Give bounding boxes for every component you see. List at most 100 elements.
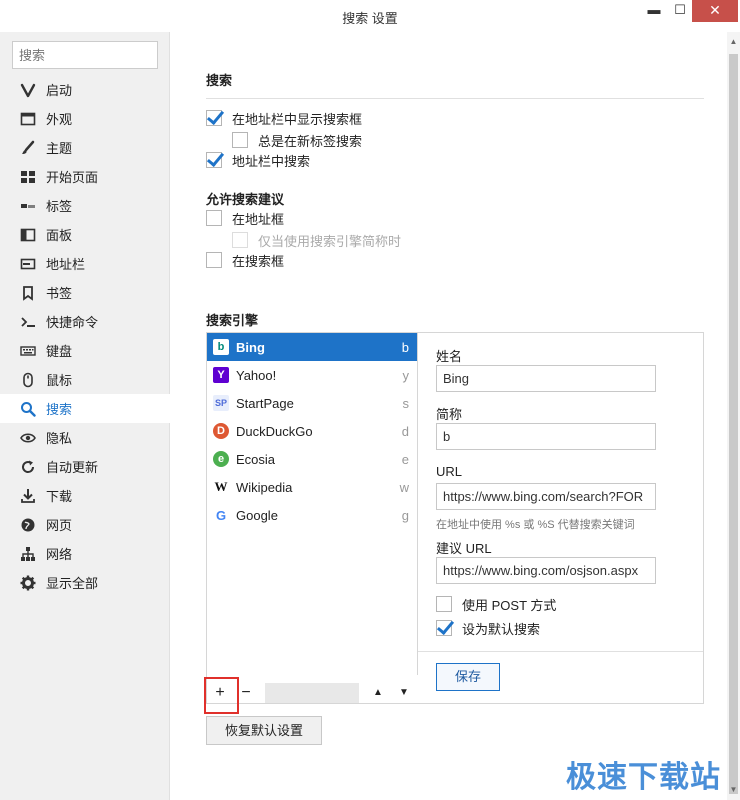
- sidebar-item-label: 自动更新: [46, 460, 99, 475]
- sidebar-item-theme[interactable]: 主题: [0, 133, 170, 162]
- sidebar-item-address-bar[interactable]: 地址栏: [0, 249, 170, 278]
- sidebar-item-show-all[interactable]: 显示全部: [0, 568, 170, 597]
- show-search-field-option[interactable]: 在地址栏中显示搜索框: [206, 108, 362, 128]
- always-new-tab-checkbox[interactable]: [232, 132, 248, 148]
- engine-item-duckduckgo[interactable]: D DuckDuckGo d: [207, 417, 417, 445]
- show-search-field-label: 在地址栏中显示搜索框: [232, 111, 363, 127]
- name-field[interactable]: Bing: [436, 365, 656, 392]
- keyboard-icon: [18, 343, 38, 359]
- search-in-address-checkbox[interactable]: [206, 152, 222, 168]
- sidebar-nav: 启动 外观 主题 开始页面 标签 面板 地址栏 书签 快捷命令 键盘 鼠标 搜索…: [0, 75, 170, 597]
- scroll-up-arrow-icon[interactable]: ▲: [727, 34, 740, 50]
- sidebar-item-label: 书签: [46, 286, 73, 301]
- use-post-checkbox[interactable]: [436, 596, 452, 612]
- engine-name: StartPage: [236, 395, 294, 411]
- sidebar-item-bookmarks[interactable]: 书签: [0, 278, 170, 307]
- ecosia-logo-icon: e: [213, 451, 229, 467]
- sidebar-item-label: 搜索: [46, 402, 73, 417]
- engine-item-bing[interactable]: b Bing b: [207, 333, 417, 361]
- sidebar-item-privacy[interactable]: 隐私: [0, 423, 170, 452]
- engine-list: b Bing b Y Yahoo! y SP StartPage s D Duc…: [207, 333, 418, 675]
- tabs-icon: [18, 198, 38, 214]
- minimize-button[interactable]: ▬: [640, 0, 668, 22]
- eye-icon: [18, 430, 38, 446]
- settings-search-input[interactable]: [12, 41, 158, 69]
- url-field[interactable]: https://www.bing.com/search?FOR: [436, 483, 656, 510]
- sidebar-item-startup[interactable]: 启动: [0, 75, 170, 104]
- engine-key: d: [401, 423, 409, 439]
- scrollbar-thumb[interactable]: [729, 54, 738, 794]
- sidebar-item-label: 网页: [46, 518, 73, 533]
- set-default-checkbox[interactable]: [436, 620, 452, 636]
- url-label: URL: [436, 464, 463, 479]
- sidebar-item-webpages[interactable]: 网页: [0, 510, 170, 539]
- sidebar-item-label: 快捷命令: [46, 315, 99, 330]
- window-title: 搜索 设置: [342, 11, 398, 26]
- address-bar-icon: [18, 256, 38, 272]
- title-bar: 搜索 设置 ▬ ☐ ✕: [0, 0, 740, 32]
- suggest-in-search-field-checkbox[interactable]: [206, 252, 222, 268]
- search-icon: [18, 401, 38, 417]
- reset-defaults-button[interactable]: 恢复默认设置: [206, 716, 322, 745]
- suggest-url-field[interactable]: https://www.bing.com/osjson.aspx: [436, 557, 656, 584]
- sidebar-item-auto-update[interactable]: 自动更新: [0, 452, 170, 481]
- sidebar-item-label: 地址栏: [46, 257, 86, 272]
- sidebar-item-label: 网络: [46, 547, 73, 562]
- sidebar-item-label: 鼠标: [46, 373, 73, 388]
- engine-item-startpage[interactable]: SP StartPage s: [207, 389, 417, 417]
- panel-icon: [18, 227, 38, 243]
- sidebar-item-label: 开始页面: [46, 170, 99, 185]
- sidebar-item-mouse[interactable]: 鼠标: [0, 365, 170, 394]
- suggest-in-address-label: 在地址框: [232, 211, 285, 227]
- maximize-button[interactable]: ☐: [666, 0, 694, 22]
- sidebar-item-keyboard[interactable]: 键盘: [0, 336, 170, 365]
- engine-name: Google: [236, 507, 278, 523]
- sidebar-item-label: 下载: [46, 489, 73, 504]
- save-button[interactable]: 保存: [436, 663, 500, 691]
- search-section-title: 搜索: [206, 73, 233, 88]
- nickname-label: 简称: [436, 407, 463, 422]
- sidebar-item-label: 键盘: [46, 344, 73, 359]
- move-up-button[interactable]: ▲: [365, 683, 391, 703]
- duckduckgo-logo-icon: D: [213, 423, 229, 439]
- engine-item-wikipedia[interactable]: W Wikipedia w: [207, 473, 417, 501]
- move-down-button[interactable]: ▼: [391, 683, 417, 703]
- vertical-scrollbar[interactable]: ▲ ▼: [727, 32, 740, 800]
- sidebar-item-quick-commands[interactable]: 快捷命令: [0, 307, 170, 336]
- network-icon: [18, 546, 38, 562]
- suggest-in-address-checkbox[interactable]: [206, 210, 222, 226]
- only-nicknames-checkbox: [232, 232, 248, 248]
- sidebar-item-appearance[interactable]: 外观: [0, 104, 170, 133]
- show-search-field-checkbox[interactable]: [206, 110, 222, 126]
- use-post-option[interactable]: 使用 POST 方式: [436, 594, 556, 614]
- sidebar-item-tabs[interactable]: 标签: [0, 191, 170, 220]
- suggest-in-address-option[interactable]: 在地址框: [206, 208, 284, 228]
- sidebar-item-start-page[interactable]: 开始页面: [0, 162, 170, 191]
- close-button[interactable]: ✕: [692, 0, 738, 22]
- only-nicknames-option: 仅当使用搜索引擎简称时: [232, 230, 401, 250]
- search-in-address-label: 地址栏中搜索: [232, 153, 311, 169]
- sidebar-item-network[interactable]: 网络: [0, 539, 170, 568]
- engine-key: s: [402, 395, 410, 411]
- sidebar-item-panels[interactable]: 面板: [0, 220, 170, 249]
- engine-item-yahoo[interactable]: Y Yahoo! y: [207, 361, 417, 389]
- engine-item-google[interactable]: G Google g: [207, 501, 417, 529]
- scroll-down-arrow-icon[interactable]: ▼: [727, 782, 740, 798]
- nickname-field[interactable]: b: [436, 423, 656, 450]
- search-in-address-option[interactable]: 地址栏中搜索: [206, 150, 310, 170]
- url-hint: 在地址中使用 %s 或 %S 代替搜索关键词: [436, 519, 635, 531]
- globe-icon: [18, 517, 38, 533]
- engine-name: Ecosia: [236, 451, 276, 467]
- mouse-icon: [18, 372, 38, 388]
- use-post-label: 使用 POST 方式: [462, 597, 557, 613]
- engine-item-ecosia[interactable]: e Ecosia e: [207, 445, 417, 473]
- set-default-option[interactable]: 设为默认搜索: [436, 618, 540, 638]
- yahoo-logo-icon: Y: [213, 367, 229, 383]
- engine-key: g: [401, 507, 409, 523]
- sidebar-item-search[interactable]: 搜索: [0, 394, 170, 423]
- vivaldi-logo-icon: [18, 82, 38, 98]
- always-new-tab-option[interactable]: 总是在新标签搜索: [232, 130, 362, 150]
- always-new-tab-label: 总是在新标签搜索: [258, 133, 363, 149]
- suggest-in-search-field-option[interactable]: 在搜索框: [206, 250, 284, 270]
- sidebar-item-downloads[interactable]: 下载: [0, 481, 170, 510]
